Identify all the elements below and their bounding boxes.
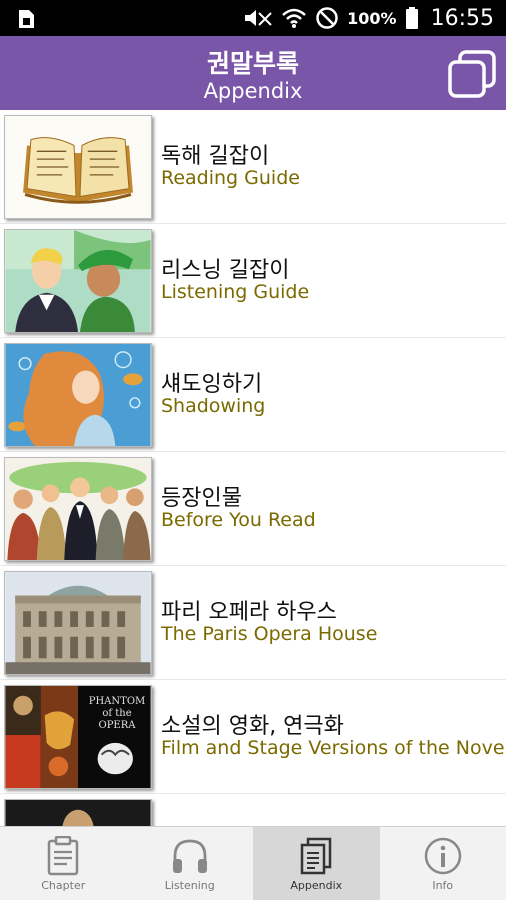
tab-label: Appendix: [290, 879, 343, 892]
tab-info[interactable]: Info: [380, 827, 506, 900]
battery-icon: [405, 6, 419, 30]
tab-appendix[interactable]: Appendix: [253, 827, 380, 900]
item-title-en: Reading Guide: [161, 167, 300, 189]
sim-icon: [16, 8, 38, 30]
item-title-en: Before You Read: [161, 509, 316, 531]
item-title-en: Shadowing: [161, 395, 266, 417]
open-book-illustration: [4, 115, 152, 219]
underwater-girl-illustration: [4, 343, 152, 447]
item-title-ko: 소설의 영화, 연극화: [161, 714, 344, 739]
tab-chapter[interactable]: Chapter: [0, 827, 127, 900]
list-item-shadowing[interactable]: 섀도잉하기 Shadowing: [0, 338, 506, 452]
list-item-film-stage-versions[interactable]: PHANTOM of the OPERA 소설의 영화, 연극화 Film an…: [0, 680, 506, 794]
list-item-before-you-read[interactable]: 등장인물 Before You Read: [0, 452, 506, 566]
item-title-ko: 독해 길잡이: [161, 144, 270, 169]
pages-icon: [296, 836, 336, 876]
list-item-partial[interactable]: [0, 794, 506, 826]
appendix-list: 독해 길잡이 Reading Guide 리스닝 길잡이 Listening G…: [0, 110, 506, 826]
opera-house-photo: [4, 571, 152, 675]
item-title-ko: 등장인물: [161, 486, 242, 511]
group-characters-illustration: [4, 457, 152, 561]
item-title-en: Film and Stage Versions of the Novel: [161, 737, 506, 759]
item-title-ko: 리스닝 길잡이: [161, 258, 290, 283]
battery-level: 100%: [347, 8, 397, 28]
tab-label: Info: [432, 879, 454, 892]
item-title-ko: 섀도잉하기: [161, 372, 263, 397]
mute-icon: [243, 7, 273, 29]
item-title-en: Listening Guide: [161, 281, 310, 303]
wifi-icon: [281, 7, 307, 29]
list-item-paris-opera-house[interactable]: 파리 오페라 하우스 The Paris Opera House: [0, 566, 506, 680]
no-entry-icon: [315, 6, 339, 30]
item-title-ko: 파리 오페라 하우스: [161, 600, 337, 625]
app-header: 권말부록 Appendix: [0, 36, 506, 110]
bottom-navigation: Chapter Listening Appendix Info: [0, 826, 506, 900]
tab-label: Listening: [164, 879, 215, 892]
list-item-listening-guide[interactable]: 리스닝 길잡이 Listening Guide: [0, 224, 506, 338]
clock: 16:55: [430, 5, 494, 31]
clipboard-icon: [43, 835, 83, 876]
poster-title-text: PHANTOM of the OPERA: [88, 696, 146, 731]
tab-label: Chapter: [41, 879, 86, 892]
posters-collage: PHANTOM of the OPERA: [4, 685, 152, 789]
page-title: 권말부록: [206, 49, 299, 78]
list-item-reading-guide[interactable]: 독해 길잡이 Reading Guide: [0, 110, 506, 224]
status-bar: 100% 16:55: [0, 0, 506, 36]
copy-pages-icon[interactable]: [446, 48, 498, 98]
headphones-icon: [170, 836, 210, 876]
item-title-en: The Paris Opera House: [161, 623, 378, 645]
partial-thumbnail: [4, 799, 152, 826]
page-subtitle: Appendix: [203, 79, 303, 103]
info-icon: [423, 836, 463, 876]
two-characters-illustration: [4, 229, 152, 333]
tab-listening[interactable]: Listening: [127, 827, 254, 900]
